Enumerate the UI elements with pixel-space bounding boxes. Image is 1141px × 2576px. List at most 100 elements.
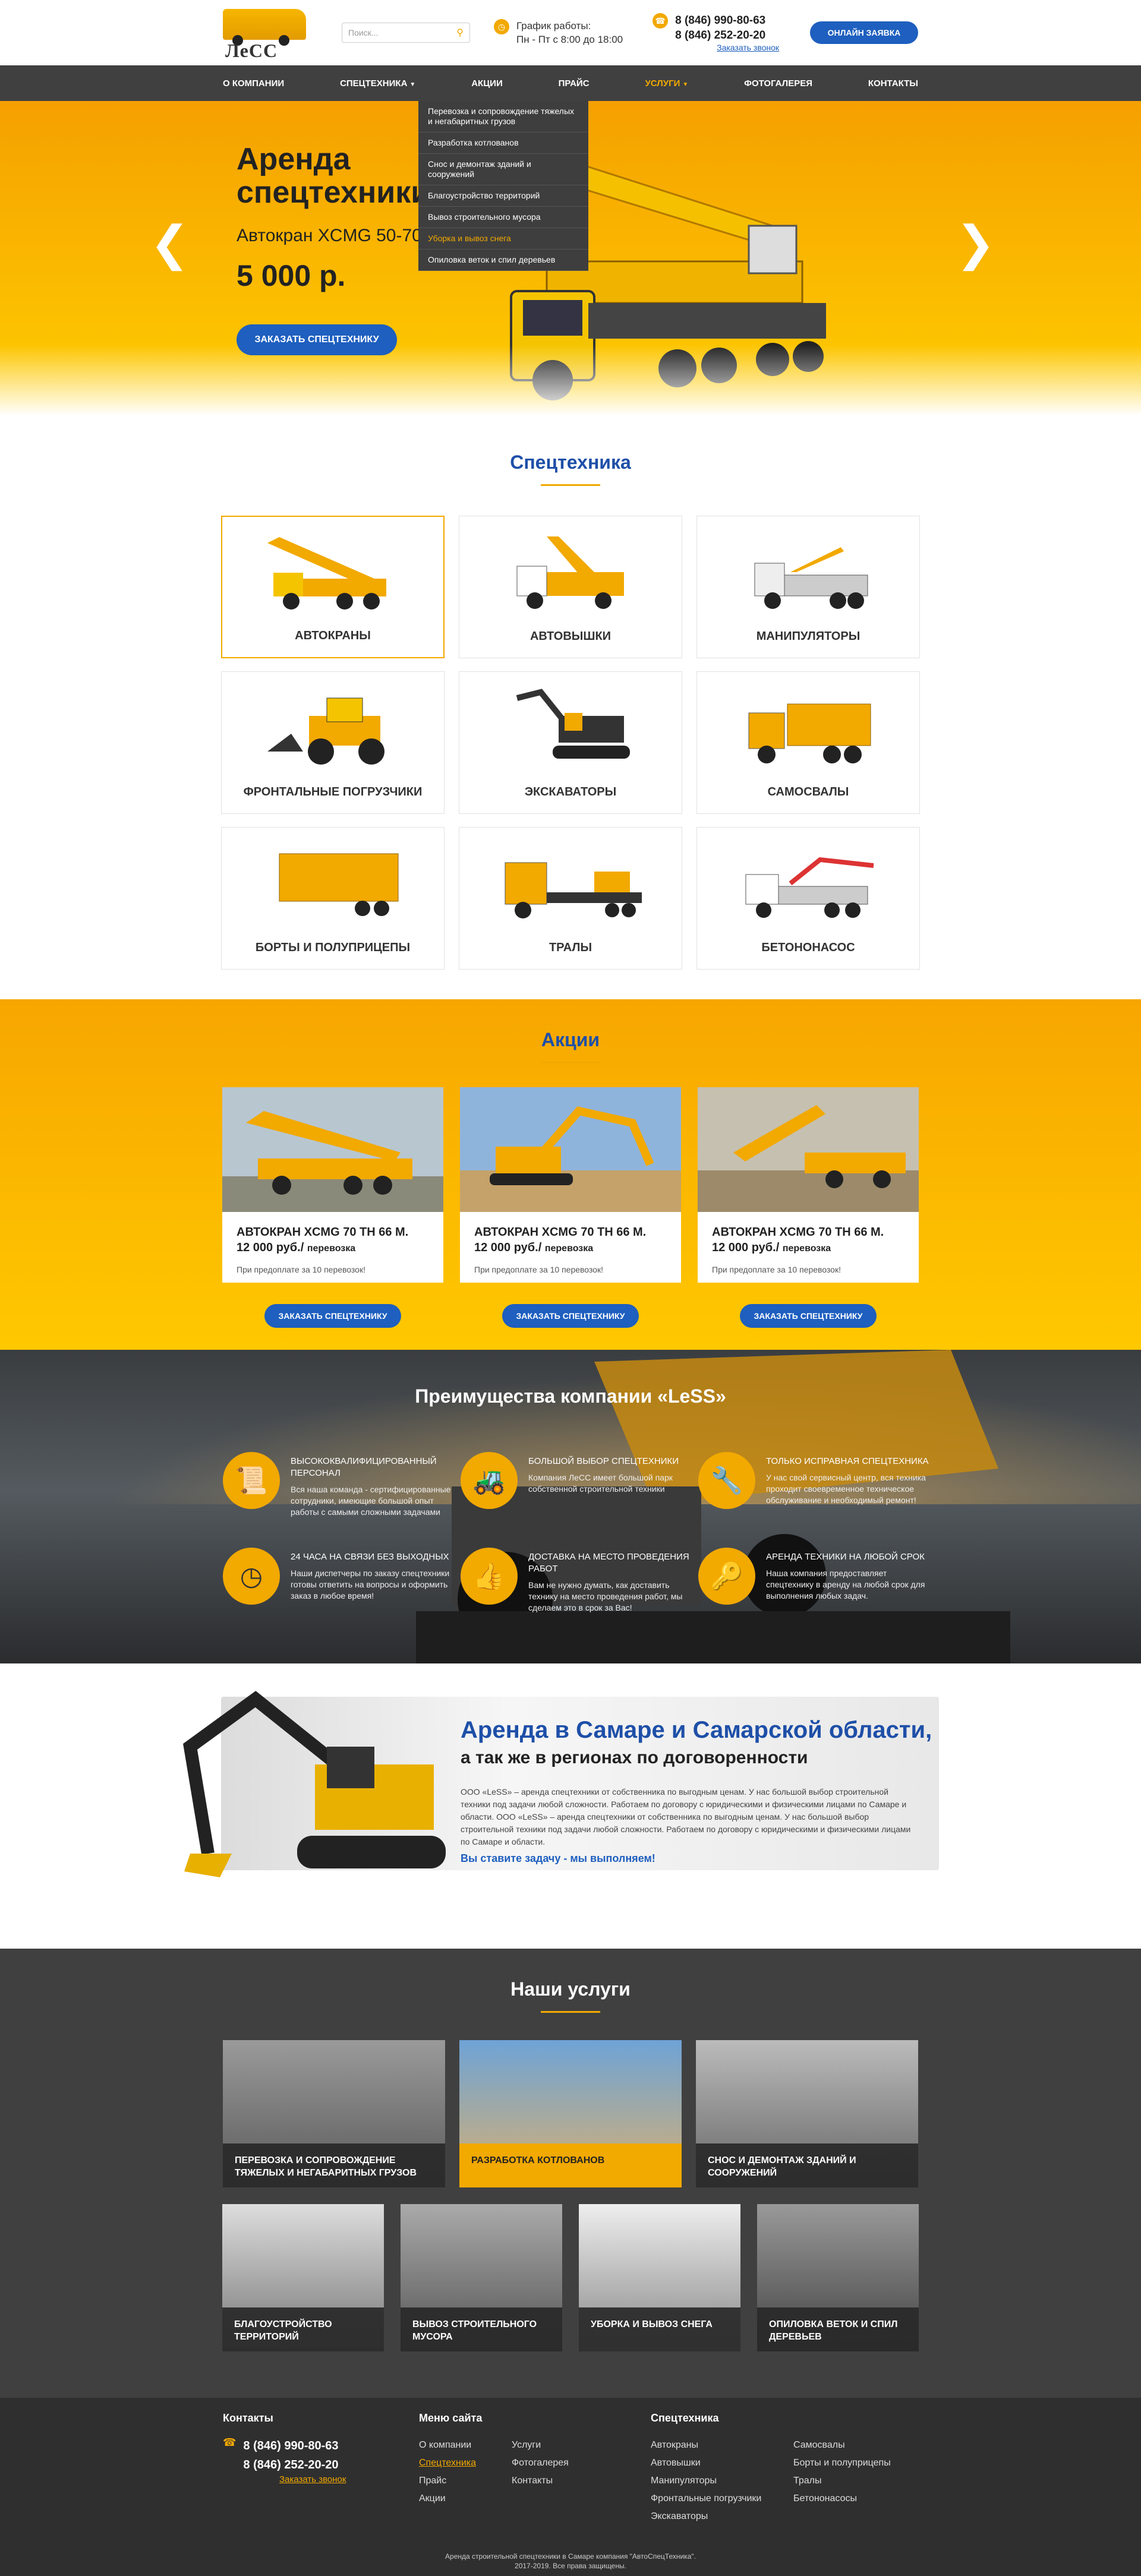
spec-card-manipulator[interactable]: МАНИПУЛЯТОРЫ xyxy=(696,516,920,658)
slider-prev-icon[interactable]: ❮ xyxy=(150,220,190,267)
dropdown-item-active[interactable]: Уборка и вывоз снега xyxy=(418,228,588,250)
dropdown-item[interactable]: Разработка котлованов xyxy=(418,132,588,154)
footer-callback-link[interactable]: Заказать звонок xyxy=(279,2474,419,2485)
thumbs-up-icon: 👍 xyxy=(461,1548,518,1605)
header-phones: ☎ 8 (846) 990-80-63 8 (846) 252-20-20 За… xyxy=(653,13,779,52)
promo-card[interactable]: АВТОКРАН XCMG 70 ТН 66 М. 12 000 руб./ пе… xyxy=(460,1087,681,1283)
footer-link[interactable]: О компании xyxy=(419,2436,476,2454)
excavator-photo xyxy=(183,1691,446,1877)
spec-section: Спецтехника АВТОКРАНЫ АВТОВЫШКИ МАНИПУЛЯ… xyxy=(0,416,1141,999)
service-card-active[interactable]: РАЗРАБОТКА КОТЛОВАНОВ xyxy=(459,2040,682,2187)
schedule-title: График работы: xyxy=(516,20,591,31)
service-card[interactable]: УБОРКА И ВЫВОЗ СНЕГА xyxy=(579,2204,740,2351)
dropdown-item[interactable]: Снос и демонтаж зданий и сооружений xyxy=(418,154,588,185)
promo-title: АВТОКРАН XCMG 70 ТН 66 М. xyxy=(712,1226,884,1239)
copyright-line: 2017-2019. Все права защищены. xyxy=(515,2562,626,2570)
dropdown-item[interactable]: Опиловка веток и спил деревьев xyxy=(418,250,588,271)
logo[interactable]: ЛеСС xyxy=(217,4,312,61)
footer-link[interactable]: Прайс xyxy=(419,2472,476,2490)
nav-price[interactable]: ПРАЙС xyxy=(559,78,590,89)
footer-link[interactable]: Акции xyxy=(419,2490,476,2508)
footer-link[interactable]: Автокраны xyxy=(651,2436,770,2454)
promo-order-button[interactable]: ЗАКАЗАТЬ СПЕЦТЕХНИКУ xyxy=(502,1304,639,1328)
promo-image xyxy=(698,1087,919,1212)
footer-link[interactable]: Фотогалерея xyxy=(512,2454,569,2472)
footer-phone[interactable]: 8 (846) 990-80-63 xyxy=(243,2436,338,2455)
slider-next-icon[interactable]: ❯ xyxy=(956,220,995,267)
promo-card[interactable]: АВТОКРАН XCMG 70 ТН 66 М. 12 000 руб./ пе… xyxy=(698,1087,919,1283)
nav-spec[interactable]: СПЕЦТЕХНИКА ▼ xyxy=(340,78,415,89)
service-label: СНОС И ДЕМОНТАЖ ЗДАНИЙ И СООРУЖЕНИЙ xyxy=(696,2143,918,2187)
service-card[interactable]: ПЕРЕВОЗКА И СОПРОВОЖДЕНИЕ ТЯЖЕЛЫХ И НЕГА… xyxy=(223,2040,445,2187)
spec-label: МАНИПУЛЯТОРЫ xyxy=(756,630,861,643)
clock-icon: ◷ xyxy=(494,19,509,34)
dropdown-item[interactable]: Вывоз строительного мусора xyxy=(418,207,588,228)
advantage-head: ТОЛЬКО ИСПРАВНАЯ СПЕЦТЕХНИКА xyxy=(766,1456,929,1466)
rent-section: Аренда в Самаре и Самарской области, а т… xyxy=(0,1663,1141,1949)
spec-card-lift[interactable]: АВТОВЫШКИ xyxy=(459,516,682,658)
spec-label: БОРТЫ И ПОЛУПРИЦЕПЫ xyxy=(255,941,411,954)
phone-1[interactable]: 8 (846) 990-80-63 xyxy=(675,13,779,28)
service-label: БЛАГОУСТРОЙСТВО ТЕРРИТОРИЙ xyxy=(222,2307,384,2351)
footer-link[interactable]: Автовышки xyxy=(651,2454,770,2472)
dropdown-item[interactable]: Благоустройство территорий xyxy=(418,185,588,207)
promo-title: АВТОКРАН XCMG 70 ТН 66 М. xyxy=(237,1226,409,1239)
spec-label: САМОСВАЛЫ xyxy=(767,785,849,798)
site-header: ЛеСС Поиск... ⚲ ◷ График работы: Пн - Пт … xyxy=(0,0,1141,65)
nav-akcii[interactable]: АКЦИИ xyxy=(471,78,503,89)
service-card[interactable]: БЛАГОУСТРОЙСТВО ТЕРРИТОРИЙ xyxy=(222,2204,384,2351)
advantage-desc: Компания ЛеСС имеет большой парк собстве… xyxy=(528,1473,673,1494)
footer-link[interactable]: Экскаваторы xyxy=(651,2508,770,2526)
advantage-desc: У нас свой сервисный центр, вся техника … xyxy=(766,1473,926,1505)
online-request-button[interactable]: ОНЛАЙН ЗАЯВКА xyxy=(810,21,918,44)
nav-services[interactable]: УСЛУГИ ▼ xyxy=(645,78,688,89)
schedule-hours: Пн - Пт с 8:00 до 18:00 xyxy=(516,34,623,45)
footer-link[interactable]: Спецтехника xyxy=(419,2454,476,2472)
footer-phone[interactable]: 8 (846) 252-20-20 xyxy=(243,2455,338,2474)
promo-image xyxy=(460,1087,681,1212)
spec-card-tral[interactable]: ТРАЛЫ xyxy=(459,827,682,970)
spec-card-excavator[interactable]: ЭКСКАВАТОРЫ xyxy=(459,671,682,814)
footer-menu-title: Меню сайта xyxy=(419,2412,483,2424)
footer-contacts: Контакты ☎ 8 (846) 990-80-63 8 (846) 252-2… xyxy=(223,2412,419,2526)
service-card[interactable]: ОПИЛОВКА ВЕТОК И СПИЛ ДЕРЕВЬЕВ xyxy=(757,2204,919,2351)
promo-order-button[interactable]: ЗАКАЗАТЬ СПЕЦТЕХНИКУ xyxy=(264,1304,401,1328)
footer-link[interactable]: Контакты xyxy=(512,2472,569,2490)
spec-card-pump[interactable]: БЕТОНОНАСОС xyxy=(696,827,920,970)
promo-price: 12 000 руб./ xyxy=(474,1241,542,1254)
service-card[interactable]: СНОС И ДЕМОНТАЖ ЗДАНИЙ И СООРУЖЕНИЙ xyxy=(696,2040,918,2187)
hero-price: 5 000 р. xyxy=(237,259,346,292)
search-input[interactable]: Поиск... ⚲ xyxy=(342,23,470,43)
service-card[interactable]: ВЫВОЗ СТРОИТЕЛЬНОГО МУСОРА xyxy=(401,2204,562,2351)
callback-link[interactable]: Заказать звонок xyxy=(717,43,779,52)
spec-label: ТРАЛЫ xyxy=(549,941,592,954)
phone-2[interactable]: 8 (846) 252-20-20 xyxy=(675,28,779,43)
spec-card-dumptruck[interactable]: САМОСВАЛЫ xyxy=(696,671,920,814)
advantage-item: 📜 ВЫСОКОКВАЛИФИЦИРОВАННЫЙ ПЕРСОНАЛ Вся наш… xyxy=(223,1452,461,1518)
promo-order-button[interactable]: ЗАКАЗАТЬ СПЕЦТЕХНИКУ xyxy=(740,1304,877,1328)
hero-order-button[interactable]: ЗАКАЗАТЬ СПЕЦТЕХНИКУ xyxy=(237,324,397,355)
spec-card-autocrane[interactable]: АВТОКРАНЫ xyxy=(221,516,445,658)
nav-contacts[interactable]: КОНТАКТЫ xyxy=(868,78,918,89)
footer-spec-title: Спецтехника xyxy=(651,2412,719,2424)
nav-about[interactable]: О КОМПАНИИ xyxy=(223,78,284,89)
nav-gallery[interactable]: ФОТОГАЛЕРЕЯ xyxy=(744,78,812,89)
footer-link[interactable]: Бетононасосы xyxy=(793,2490,891,2508)
footer-link[interactable]: Тралы xyxy=(793,2472,891,2490)
dropdown-item[interactable]: Перевозка и сопровождение тяжелых и нега… xyxy=(418,101,588,132)
search-icon[interactable]: ⚲ xyxy=(456,27,464,39)
footer-link[interactable]: Услуги xyxy=(512,2436,569,2454)
advantage-desc: Наши диспетчеры по заказу спецтехники го… xyxy=(291,1568,450,1600)
footer-link[interactable]: Самосвалы xyxy=(793,2436,891,2454)
footer-link[interactable]: Фронтальные погрузчики xyxy=(651,2490,770,2508)
spec-card-loader[interactable]: ФРОНТАЛЬНЫЕ ПОГРУЗЧИКИ xyxy=(221,671,445,814)
service-label: УБОРКА И ВЫВОЗ СНЕГА xyxy=(579,2307,740,2351)
dump-truck-image xyxy=(748,703,871,763)
service-label: ОПИЛОВКА ВЕТОК И СПИЛ ДЕРЕВЬЕВ xyxy=(757,2307,919,2351)
advantages-title: Преимущества компании «LeSS» xyxy=(415,1385,726,1407)
promo-card[interactable]: АВТОКРАН XCMG 70 ТН 66 М. 12 000 руб./ пе… xyxy=(222,1087,443,1283)
spec-card-trailer[interactable]: БОРТЫ И ПОЛУПРИЦЕПЫ xyxy=(221,827,445,970)
footer-link[interactable]: Манипуляторы xyxy=(651,2472,770,2490)
footer-link[interactable]: Борты и полуприцепы xyxy=(793,2454,891,2472)
manipulator-image xyxy=(754,547,868,609)
